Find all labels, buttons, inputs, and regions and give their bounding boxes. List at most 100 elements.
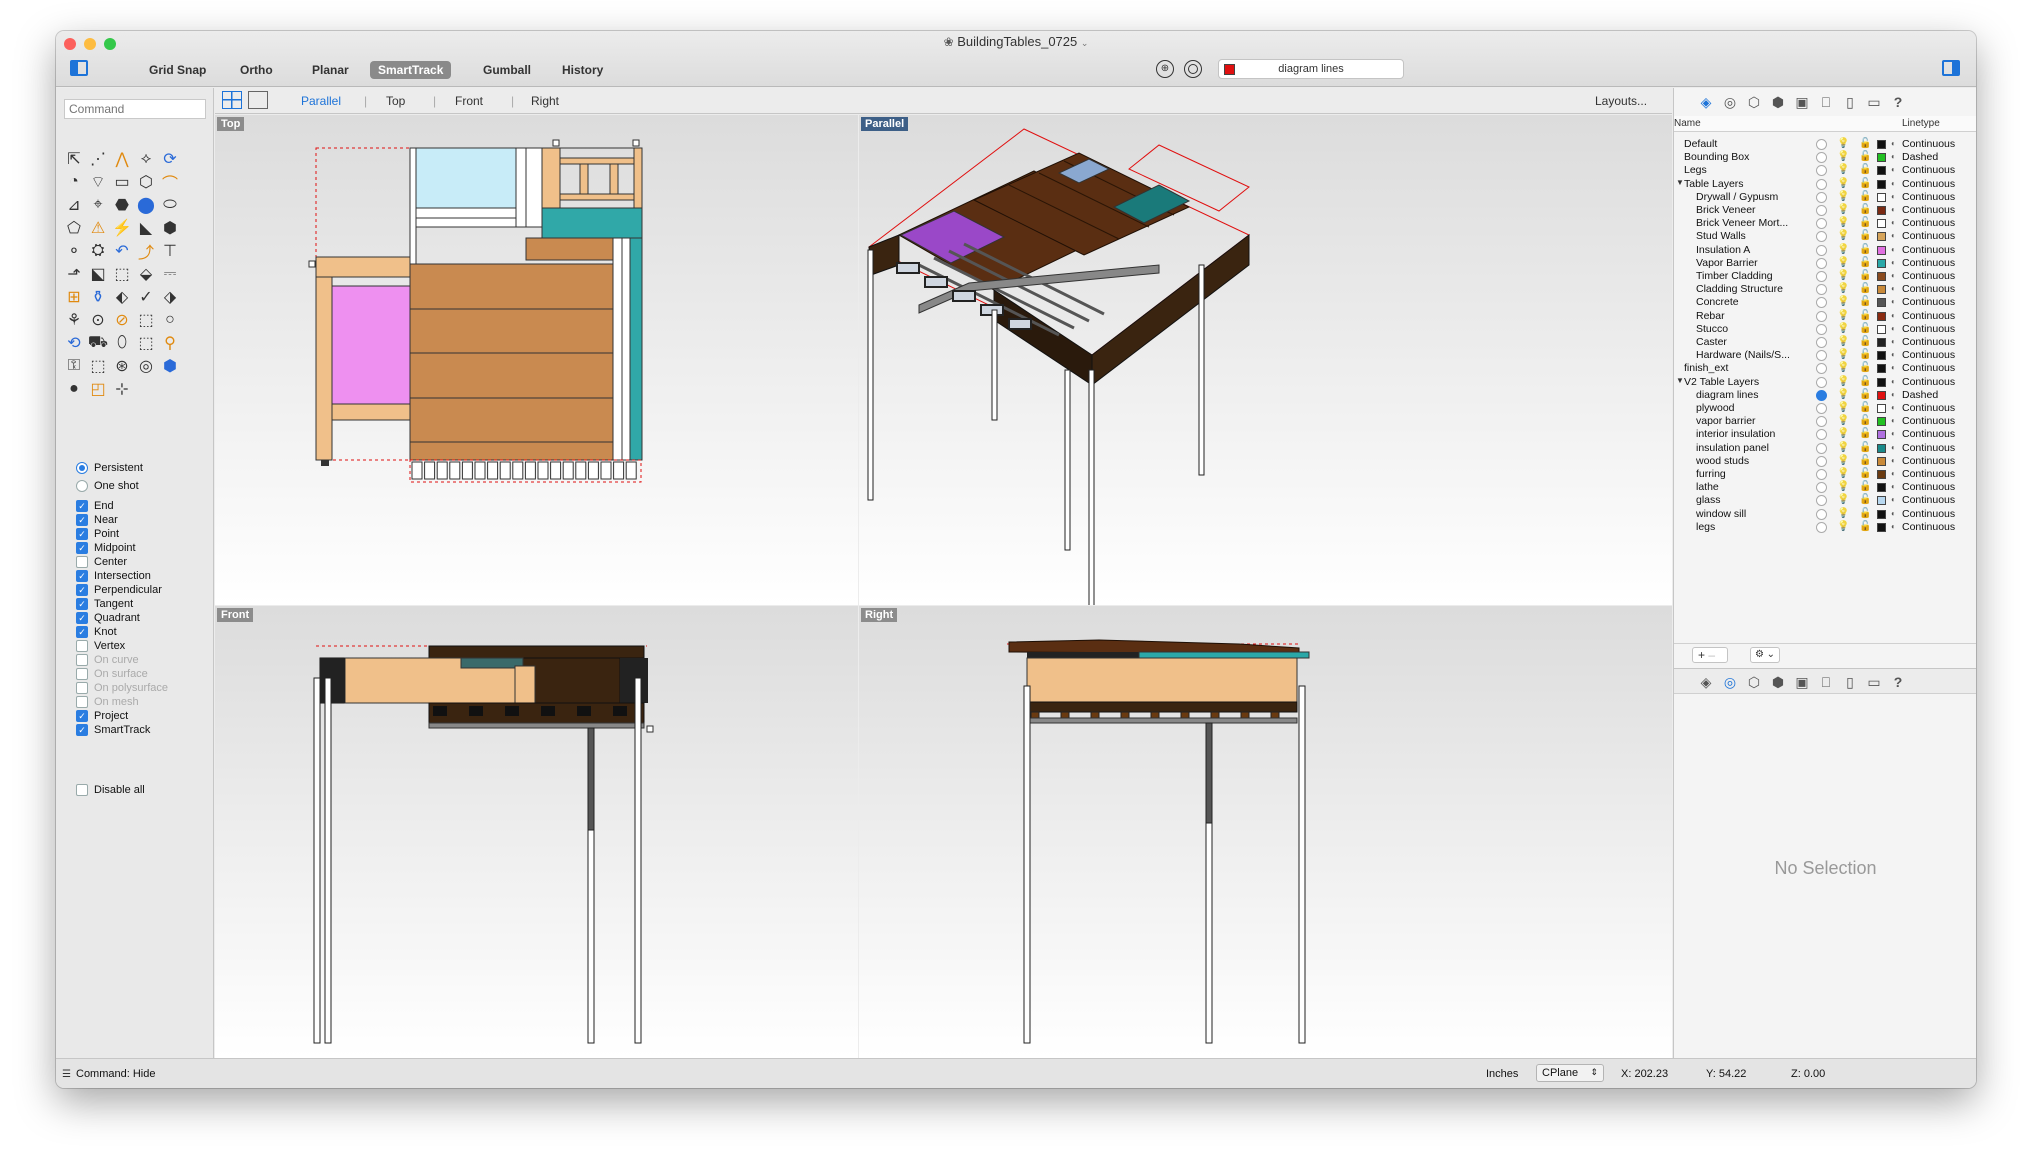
lock-icon[interactable]: 🔓 xyxy=(1859,402,1871,413)
lock-icon[interactable]: 🔓 xyxy=(1859,244,1871,255)
visibility-bulb-icon[interactable]: 💡 xyxy=(1837,310,1849,321)
lock-icon[interactable]: 🔓 xyxy=(1859,151,1871,162)
render-tab-icon[interactable]: ⎕ xyxy=(1816,92,1836,112)
material-icon[interactable]: ◐ xyxy=(1891,350,1896,359)
lock-icon[interactable]: 🔓 xyxy=(1859,362,1871,373)
disable-all-checkbox[interactable]: Disable all xyxy=(76,784,145,796)
layer-linetype[interactable]: Continuous xyxy=(1902,494,1955,506)
named-views-tab-icon[interactable]: ▯ xyxy=(1840,92,1860,112)
layer-linetype[interactable]: Continuous xyxy=(1902,270,1955,282)
layer-name[interactable]: Stucco xyxy=(1696,323,1821,335)
visibility-bulb-icon[interactable]: 💡 xyxy=(1837,362,1849,373)
smarttrack-button[interactable]: SmartTrack xyxy=(370,61,452,79)
cube-tab-icon[interactable]: ⬢ xyxy=(1768,92,1788,112)
material-icon[interactable]: ◐ xyxy=(1891,390,1896,399)
material-icon[interactable]: ◐ xyxy=(1891,363,1896,372)
layer-color-swatch[interactable] xyxy=(1877,377,1886,387)
layer-color-swatch[interactable] xyxy=(1877,206,1886,215)
visibility-bulb-icon[interactable]: 💡 xyxy=(1837,296,1849,307)
layer-color-swatch[interactable] xyxy=(1877,443,1886,453)
layer-name[interactable]: window sill xyxy=(1696,508,1821,520)
osnap-tangent-checkbox[interactable]: ✓ Tangent xyxy=(76,598,133,610)
osnap-quadrant-checkbox[interactable]: ✓ Quadrant xyxy=(76,612,140,624)
layer-linetype[interactable]: Dashed xyxy=(1902,389,1938,401)
layer-linetype[interactable]: Continuous xyxy=(1902,138,1955,150)
layer-color-swatch[interactable] xyxy=(1877,179,1886,189)
visibility-bulb-icon[interactable]: 💡 xyxy=(1837,270,1849,281)
layer-name[interactable]: Brick Veneer xyxy=(1696,204,1821,216)
properties-tab-icon[interactable]: ◎ xyxy=(1720,672,1740,692)
visibility-bulb-icon[interactable]: 💡 xyxy=(1837,508,1849,519)
materials-tab-icon[interactable]: ⬡ xyxy=(1744,92,1764,112)
record-icon[interactable] xyxy=(1184,60,1202,78)
layer-name[interactable]: Brick Veneer Mort... xyxy=(1696,217,1821,229)
layer-color-swatch[interactable] xyxy=(1877,509,1886,519)
layer-color-swatch[interactable] xyxy=(1877,153,1886,163)
layer-linetype[interactable]: Continuous xyxy=(1902,402,1955,414)
cplane-dropdown[interactable]: CPlane ⇕ xyxy=(1536,1064,1604,1082)
layer-linetype[interactable]: Continuous xyxy=(1902,178,1955,190)
visibility-bulb-icon[interactable]: 💡 xyxy=(1837,336,1849,347)
layer-color-swatch[interactable] xyxy=(1877,364,1886,374)
lock-icon[interactable]: 🔓 xyxy=(1859,349,1871,360)
layer-linetype[interactable]: Continuous xyxy=(1902,521,1955,533)
layer-linetype[interactable]: Dashed xyxy=(1902,151,1938,163)
layer-row[interactable]: legs 💡 🔓 ◐ Continuous xyxy=(1674,519,1976,536)
add-layer-button[interactable]: + – xyxy=(1692,647,1728,663)
osnap-target-icon[interactable]: ⊕ xyxy=(1156,60,1174,78)
layers-tab-icon[interactable]: ◈ xyxy=(1696,92,1716,112)
command-input[interactable] xyxy=(64,99,206,119)
named-views-tab-icon[interactable]: ▯ xyxy=(1840,672,1860,692)
lock-icon[interactable]: 🔓 xyxy=(1859,296,1871,307)
lock-icon[interactable]: 🔓 xyxy=(1859,138,1871,149)
layer-linetype[interactable]: Continuous xyxy=(1902,191,1955,203)
persistent-radio[interactable]: Persistent xyxy=(76,462,143,474)
visibility-bulb-icon[interactable]: 💡 xyxy=(1837,230,1849,241)
material-icon[interactable]: ◐ xyxy=(1891,205,1896,214)
visibility-bulb-icon[interactable]: 💡 xyxy=(1837,455,1849,466)
environment-tool-icon[interactable]: ⬢ xyxy=(157,353,183,379)
layer-name[interactable]: interior insulation xyxy=(1696,428,1821,440)
camera-tab-icon[interactable]: ▣ xyxy=(1792,92,1812,112)
layer-name[interactable]: Cladding Structure xyxy=(1696,283,1821,295)
material-icon[interactable]: ◐ xyxy=(1891,179,1896,188)
material-icon[interactable]: ◐ xyxy=(1891,377,1896,386)
layer-linetype[interactable]: Continuous xyxy=(1902,442,1955,454)
layer-color-swatch[interactable] xyxy=(1877,456,1886,466)
layer-color-swatch[interactable] xyxy=(1877,192,1886,202)
visibility-bulb-icon[interactable]: 💡 xyxy=(1837,217,1849,228)
material-icon[interactable]: ◐ xyxy=(1891,403,1896,412)
layer-color-swatch[interactable] xyxy=(1877,496,1886,506)
layer-name[interactable]: furring xyxy=(1696,468,1821,480)
visibility-bulb-icon[interactable]: 💡 xyxy=(1837,349,1849,360)
layer-color-swatch[interactable] xyxy=(1877,417,1886,427)
lock-icon[interactable]: 🔓 xyxy=(1859,468,1871,479)
layer-color-swatch[interactable] xyxy=(1877,470,1886,479)
layer-name[interactable]: vapor barrier xyxy=(1696,415,1821,427)
material-icon[interactable]: ◐ xyxy=(1891,165,1896,174)
material-icon[interactable]: ◐ xyxy=(1891,324,1896,333)
layer-linetype[interactable]: Continuous xyxy=(1902,323,1955,335)
material-icon[interactable]: ◐ xyxy=(1891,152,1896,161)
material-icon[interactable]: ◐ xyxy=(1891,482,1896,491)
visibility-bulb-icon[interactable]: 💡 xyxy=(1837,415,1849,426)
osnap-project-checkbox[interactable]: ✓ Project xyxy=(76,710,128,722)
layer-color-swatch[interactable] xyxy=(1877,285,1886,295)
lock-icon[interactable]: 🔓 xyxy=(1859,270,1871,281)
material-icon[interactable]: ◐ xyxy=(1891,231,1896,240)
layer-name[interactable]: Default xyxy=(1684,138,1809,150)
layer-linetype[interactable]: Continuous xyxy=(1902,244,1955,256)
material-icon[interactable]: ◐ xyxy=(1891,456,1896,465)
material-icon[interactable]: ◐ xyxy=(1891,429,1896,438)
visibility-bulb-icon[interactable]: 💡 xyxy=(1837,376,1849,387)
lock-icon[interactable]: 🔓 xyxy=(1859,455,1871,466)
osnap-center-checkbox[interactable]: Center xyxy=(76,556,127,568)
material-icon[interactable]: ◐ xyxy=(1891,284,1896,293)
osnap-end-checkbox[interactable]: ✓ End xyxy=(76,500,114,512)
layer-linetype[interactable]: Continuous xyxy=(1902,362,1955,374)
layer-linetype[interactable]: Continuous xyxy=(1902,204,1955,216)
lock-icon[interactable]: 🔓 xyxy=(1859,521,1871,532)
layer-color-swatch[interactable] xyxy=(1877,522,1886,532)
layer-name[interactable]: V2 Table Layers xyxy=(1684,376,1809,388)
chevron-down-icon[interactable]: ⌄ xyxy=(1081,38,1089,48)
